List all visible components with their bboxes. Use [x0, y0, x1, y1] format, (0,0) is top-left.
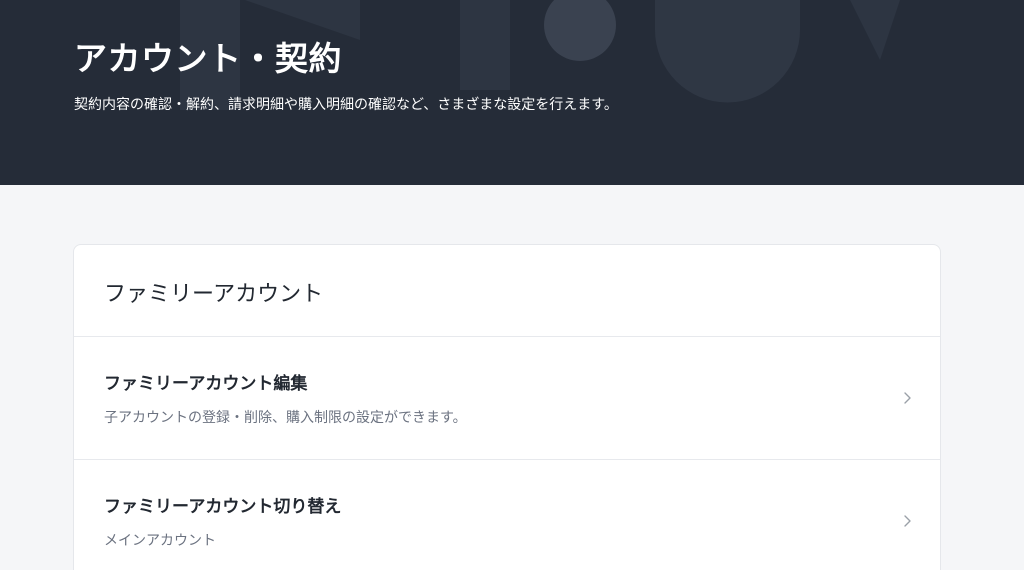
- chevron-right-icon: [904, 515, 911, 527]
- card-header: ファミリーアカウント: [74, 245, 940, 337]
- item-title: ファミリーアカウント切り替え: [104, 497, 342, 517]
- chevron-right-icon: [904, 392, 911, 404]
- item-description: メインアカウント: [104, 533, 216, 549]
- item-title: ファミリーアカウント編集: [104, 374, 308, 394]
- family-account-switch-item[interactable]: ファミリーアカウント切り替え メインアカウント: [74, 460, 940, 570]
- page-hero: アカウント・契約 契約内容の確認・解約、請求明細や購入明細の確認など、さまざまな…: [0, 0, 1024, 185]
- item-description: 子アカウントの登録・削除、購入制限の設定ができます。: [104, 410, 467, 426]
- page-title: アカウント・契約: [74, 39, 342, 78]
- family-account-card: ファミリーアカウント ファミリーアカウント編集 子アカウントの登録・削除、購入制…: [73, 244, 941, 570]
- hero-decoration: [180, 0, 900, 110]
- section-title: ファミリーアカウント: [104, 282, 324, 307]
- family-account-edit-item[interactable]: ファミリーアカウント編集 子アカウントの登録・削除、購入制限の設定ができます。: [74, 337, 940, 460]
- main-content: ファミリーアカウント ファミリーアカウント編集 子アカウントの登録・削除、購入制…: [0, 185, 1024, 570]
- page-description: 契約内容の確認・解約、請求明細や購入明細の確認など、さまざまな設定を行えます。: [74, 97, 618, 113]
